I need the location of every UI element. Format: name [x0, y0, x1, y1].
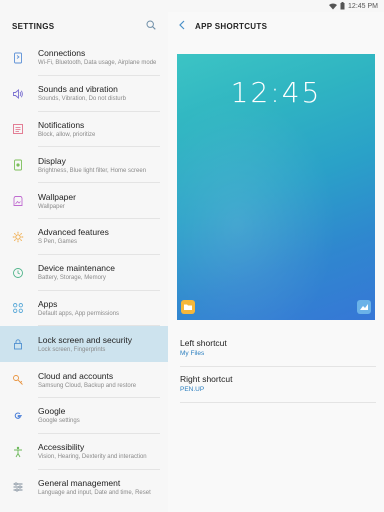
- battery-icon: [340, 2, 345, 10]
- settings-item-title: Connections: [38, 48, 86, 59]
- settings-item-connections[interactable]: Connections Wi-Fi, Bluetooth, Data usage…: [0, 40, 168, 76]
- settings-item-title: Device maintenance: [38, 263, 116, 274]
- settings-pane: SETTINGS Connections Wi-Fi, Bluetooth, D…: [0, 12, 168, 512]
- apps-icon: [11, 301, 25, 315]
- left-shortcut-label: Left shortcut: [180, 337, 227, 348]
- left-shortcut-option[interactable]: Left shortcut My Files: [168, 330, 384, 364]
- settings-item-lock-screen[interactable]: Lock screen and security Lock screen, Fi…: [0, 326, 168, 363]
- settings-item-apps[interactable]: Apps Default apps, App permissions: [0, 291, 168, 327]
- search-icon[interactable]: [146, 17, 156, 35]
- settings-item-title: Lock screen and security: [38, 334, 133, 345]
- page-title: SETTINGS: [12, 21, 55, 31]
- lock-icon: [11, 337, 25, 351]
- settings-item-subtitle: Wallpaper: [38, 203, 65, 210]
- divider: [180, 402, 376, 403]
- accessibility-icon: [11, 445, 25, 459]
- settings-item-title: Wallpaper: [38, 191, 76, 202]
- settings-item-title: Display: [38, 155, 66, 166]
- settings-item-subtitle: Lock screen, Fingerprints: [38, 346, 106, 353]
- right-shortcut-option[interactable]: Right shortcut PEN.UP: [168, 366, 384, 400]
- settings-item-title: Google: [38, 406, 66, 417]
- page-subtitle: APP SHORTCUTS: [195, 21, 268, 31]
- settings-item-wallpaper[interactable]: Wallpaper Wallpaper: [0, 183, 168, 219]
- connections-icon: [11, 51, 25, 65]
- my-files-folder-icon: [181, 300, 195, 314]
- device-maintenance-icon: [11, 266, 25, 280]
- key-icon: [11, 373, 25, 387]
- settings-item-device-maintenance[interactable]: Device maintenance Battery, Storage, Mem…: [0, 255, 168, 291]
- settings-item-subtitle: Vision, Hearing, Dexterity and interacti…: [38, 454, 147, 461]
- settings-item-display[interactable]: Display Brightness, Blue light filter, H…: [0, 147, 168, 183]
- wifi-icon: [329, 2, 338, 10]
- app-shortcuts-pane: APP SHORTCUTS 12:45 Left shortcut My Fil…: [168, 12, 384, 512]
- right-shortcut-value: PEN.UP: [180, 385, 205, 393]
- settings-item-subtitle: Samsung Cloud, Backup and restore: [38, 382, 137, 389]
- settings-item-subtitle: Default apps, App permissions: [38, 310, 120, 317]
- display-icon: [11, 158, 25, 172]
- left-shortcut-value: My Files: [180, 349, 205, 357]
- settings-item-notifications[interactable]: Notifications Block, allow, prioritize: [0, 112, 168, 148]
- settings-item-subtitle: Wi-Fi, Bluetooth, Data usage, Airplane m…: [38, 60, 157, 67]
- settings-item-google[interactable]: Google Google settings: [0, 398, 168, 434]
- sound-icon: [11, 87, 25, 101]
- settings-item-general-management[interactable]: General management Language and input, D…: [0, 470, 168, 506]
- settings-item-subtitle: Brightness, Blue light filter, Home scre…: [38, 167, 147, 174]
- settings-item-title: Apps: [38, 298, 58, 309]
- settings-item-subtitle: S Pen, Games: [38, 239, 78, 246]
- wallpaper-icon: [11, 194, 25, 208]
- status-time: 12:45 PM: [348, 2, 378, 10]
- settings-item-title: Notifications: [38, 119, 85, 130]
- settings-item-subtitle: Google settings: [38, 418, 80, 425]
- settings-header: SETTINGS: [0, 12, 168, 40]
- settings-item-subtitle: Language and input, Date and time, Reset: [38, 489, 151, 496]
- settings-item-cloud-accounts[interactable]: Cloud and accounts Samsung Cloud, Backup…: [0, 362, 168, 398]
- google-icon: [11, 409, 25, 423]
- settings-menu: Connections Wi-Fi, Bluetooth, Data usage…: [0, 40, 168, 505]
- settings-item-accessibility[interactable]: Accessibility Vision, Hearing, Dexterity…: [0, 434, 168, 470]
- status-bar: 12:45 PM: [0, 0, 384, 12]
- preview-clock: 12:45: [230, 76, 322, 109]
- advanced-features-icon: [11, 230, 25, 244]
- settings-item-advanced-features[interactable]: Advanced features S Pen, Games: [0, 219, 168, 255]
- settings-item-title: Sounds and vibration: [38, 84, 118, 95]
- settings-item-title: General management: [38, 477, 121, 488]
- notifications-icon: [11, 122, 25, 136]
- settings-item-subtitle: Block, allow, prioritize: [38, 131, 96, 138]
- app-shortcuts-header: APP SHORTCUTS: [168, 12, 384, 40]
- back-arrow-icon[interactable]: [178, 17, 186, 35]
- settings-item-subtitle: Battery, Storage, Memory: [38, 275, 106, 282]
- pen-up-icon: [357, 300, 371, 314]
- settings-item-title: Cloud and accounts: [38, 370, 114, 381]
- lock-screen-preview: 12:45: [177, 54, 375, 320]
- settings-item-title: Advanced features: [38, 227, 109, 238]
- settings-item-sounds[interactable]: Sounds and vibration Sounds, Vibration, …: [0, 76, 168, 112]
- right-shortcut-label: Right shortcut: [180, 373, 233, 384]
- general-management-icon: [11, 480, 25, 494]
- settings-item-subtitle: Sounds, Vibration, Do not disturb: [38, 96, 126, 103]
- settings-item-title: Accessibility: [38, 442, 85, 453]
